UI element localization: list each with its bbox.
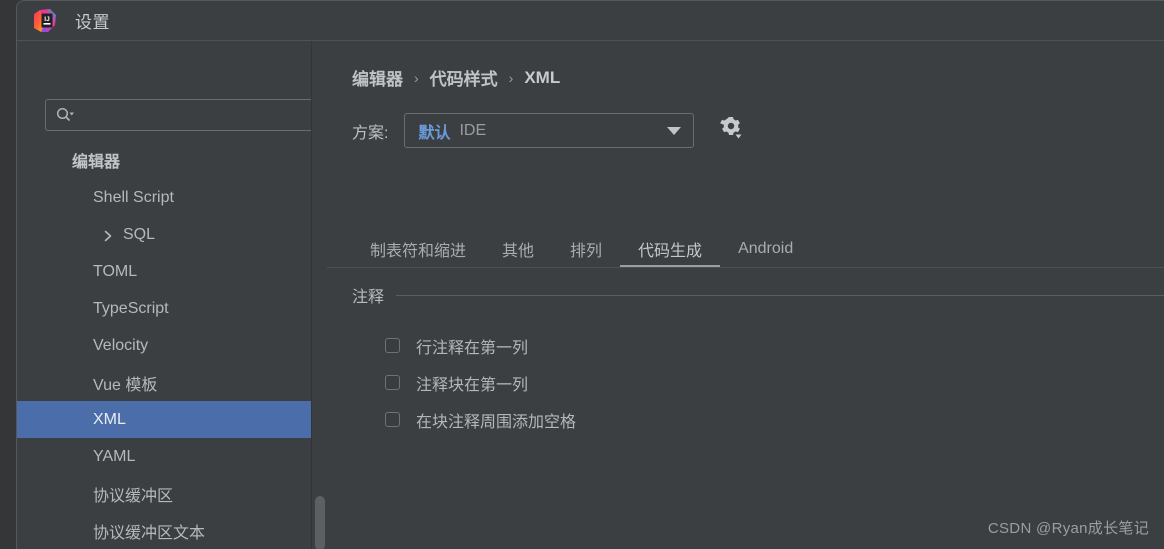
scheme-label: 方案:	[352, 124, 389, 142]
chevron-right-icon[interactable]	[103, 229, 113, 241]
tab-arrangement[interactable]: 排列	[552, 232, 620, 268]
checkbox-row-block-comment-first-column[interactable]: 注释块在第一列	[352, 364, 1164, 401]
sidebar-item-label: YAML	[93, 447, 136, 465]
chevron-down-icon[interactable]	[667, 126, 682, 135]
settings-tree: 编辑器 Shell Script SQL TOML TypeScript Vel…	[17, 141, 311, 549]
settings-content-pane: 编辑器 › 代码样式 › XML 方案: 默认 IDE 制表符和缩进 其他 排列…	[327, 41, 1164, 549]
window-title: 设置	[75, 13, 110, 32]
title-bar: IJ 设置	[17, 1, 1164, 40]
checkbox-label: 行注释在第一列	[416, 339, 529, 357]
breadcrumb-item-editor[interactable]: 编辑器	[352, 65, 403, 90]
sidebar-item-velocity[interactable]: Velocity	[17, 327, 311, 364]
section-rule	[396, 294, 1164, 296]
search-box[interactable]	[45, 99, 311, 131]
search-icon	[56, 107, 76, 123]
sidebar-item-label: TypeScript	[93, 299, 169, 317]
svg-text:IJ: IJ	[44, 16, 50, 23]
tab-android[interactable]: Android	[720, 232, 811, 268]
breadcrumb-item-xml: XML	[524, 67, 561, 87]
checkbox-list: 行注释在第一列 注释块在第一列 在块注释周围添加空格	[352, 327, 1164, 438]
tab-other[interactable]: 其他	[484, 232, 552, 268]
section-title: 注释	[352, 289, 385, 306]
sidebar-item-label: SQL	[123, 225, 156, 243]
sidebar-item-label: XML	[93, 410, 126, 428]
sidebar-scrollbar-thumb[interactable]	[315, 496, 325, 549]
sidebar-scrollbar[interactable]	[312, 41, 327, 549]
sidebar-item-typescript[interactable]: TypeScript	[17, 290, 311, 327]
tree-group-editor[interactable]: 编辑器	[17, 141, 311, 179]
sidebar-item-protobuf[interactable]: 协议缓冲区	[17, 475, 311, 512]
sidebar-item-label: Velocity	[93, 336, 149, 354]
comments-section: 注释 行注释在第一列 注释块在第一列 在块注释周围添加空格	[352, 283, 1164, 438]
scheme-value-primary: 默认	[418, 124, 451, 142]
settings-sidebar: 编辑器 Shell Script SQL TOML TypeScript Vel…	[17, 41, 311, 549]
search-input[interactable]	[80, 106, 304, 124]
breadcrumb-item-code-style[interactable]: 代码样式	[430, 65, 498, 90]
tab-label: 代码生成	[638, 242, 703, 260]
sidebar-item-shell-script[interactable]: Shell Script	[17, 179, 311, 216]
checkbox-row-space-around-block-comment[interactable]: 在块注释周围添加空格	[352, 401, 1164, 438]
sidebar-item-toml[interactable]: TOML	[17, 253, 311, 290]
checkbox-line-comment-first-column[interactable]	[385, 338, 400, 353]
tab-label: 排列	[570, 242, 603, 260]
breadcrumb: 编辑器 › 代码样式 › XML	[352, 65, 560, 90]
breadcrumb-separator: ›	[414, 69, 419, 86]
sidebar-item-sql[interactable]: SQL	[17, 216, 311, 253]
sidebar-item-label: Vue 模板	[93, 376, 158, 394]
gear-icon	[718, 115, 744, 146]
scheme-dropdown[interactable]: 默认 IDE	[404, 113, 695, 148]
watermark: CSDN @Ryan成长笔记	[987, 520, 1149, 537]
sidebar-item-protobuf-text[interactable]: 协议缓冲区文本	[17, 512, 311, 549]
checkbox-block-comment-first-column[interactable]	[385, 375, 400, 390]
tab-label: 其他	[502, 242, 535, 260]
settings-dialog: IJ 设置 编辑器 Shell Script SQL TOML TypeScri…	[16, 0, 1164, 549]
intellij-idea-icon: IJ	[33, 8, 57, 33]
sidebar-item-xml[interactable]: XML	[17, 401, 311, 438]
scheme-row: 方案: 默认 IDE	[352, 113, 746, 148]
section-header: 注释	[352, 283, 1164, 307]
settings-dialog-root: IJ 设置 编辑器 Shell Script SQL TOML TypeScri…	[0, 0, 1164, 549]
checkbox-space-around-block-comment[interactable]	[385, 412, 400, 427]
checkbox-label: 在块注释周围添加空格	[416, 413, 577, 431]
sidebar-item-label: 协议缓冲区	[93, 487, 174, 505]
breadcrumb-separator: ›	[508, 69, 514, 86]
sidebar-item-yaml[interactable]: YAML	[17, 438, 311, 475]
sidebar-item-label: TOML	[93, 262, 138, 280]
sidebar-item-vue-template[interactable]: Vue 模板	[17, 364, 311, 401]
checkbox-row-line-comment-first-column[interactable]: 行注释在第一列	[352, 327, 1164, 364]
sidebar-content-divider	[311, 41, 312, 549]
sidebar-item-label: 协议缓冲区文本	[93, 524, 206, 542]
settings-tabs: 制表符和缩进 其他 排列 代码生成 Android	[352, 231, 811, 268]
tab-label: Android	[738, 239, 794, 257]
tab-tabs-and-indents[interactable]: 制表符和缩进	[352, 232, 484, 268]
tab-label: 制表符和缩进	[370, 242, 467, 260]
checkbox-label: 注释块在第一列	[416, 376, 529, 394]
scheme-settings-button[interactable]	[716, 116, 746, 146]
tab-code-generation[interactable]: 代码生成	[620, 232, 721, 268]
scheme-value-secondary: IDE	[459, 121, 487, 139]
tabs-bottom-divider	[327, 267, 1164, 268]
sidebar-item-label: Shell Script	[93, 188, 174, 206]
